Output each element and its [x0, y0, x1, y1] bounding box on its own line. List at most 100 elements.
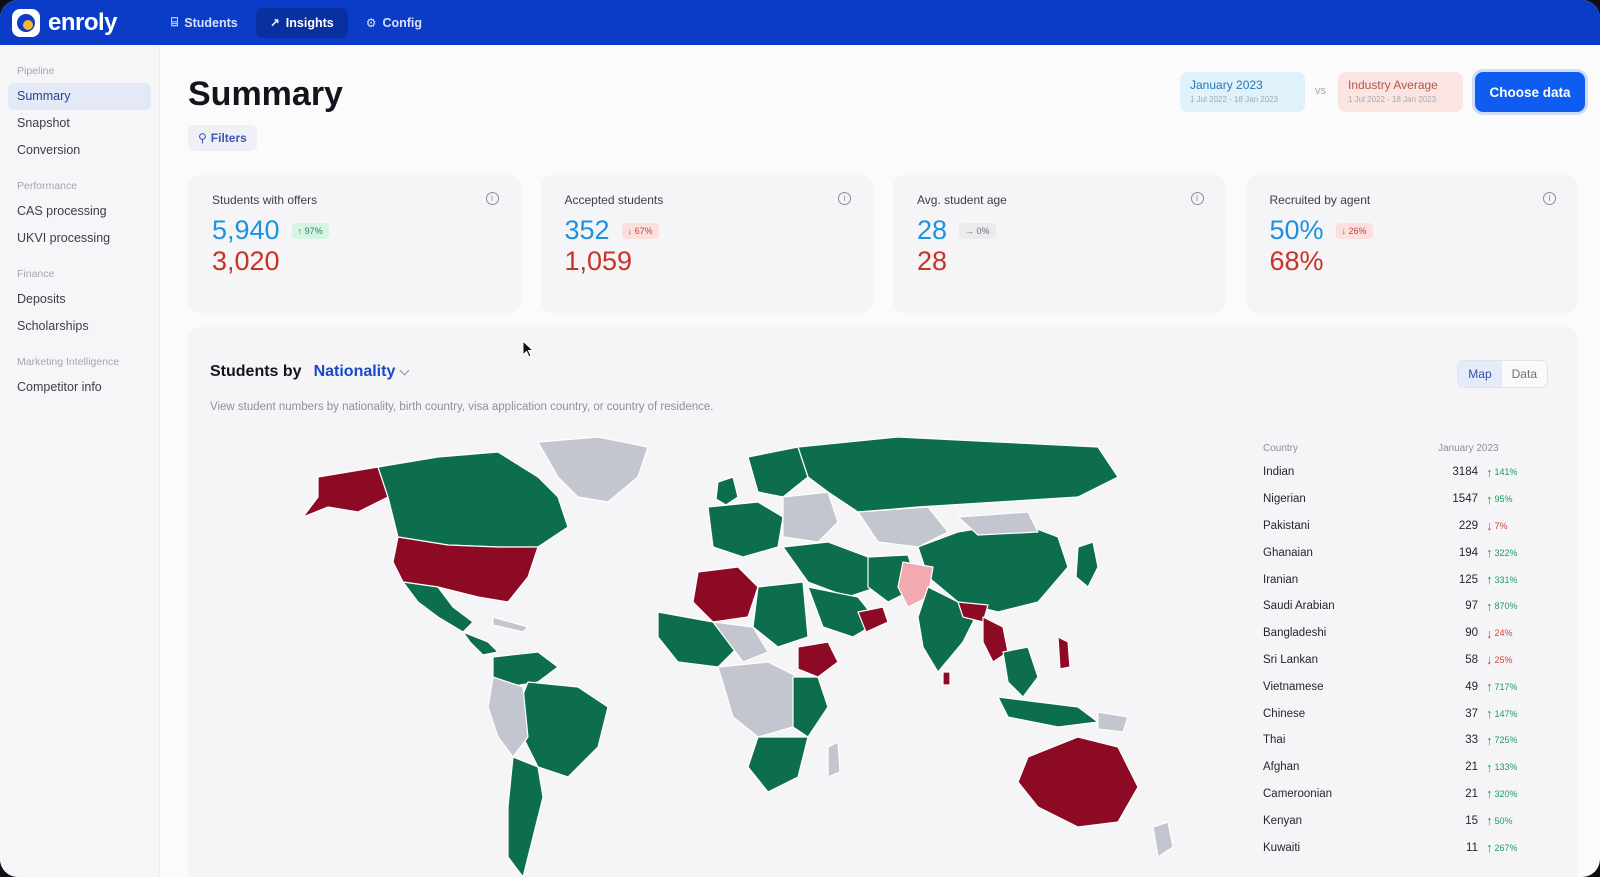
table-row[interactable]: Vietnamese 49 ↑ 717% — [1263, 673, 1533, 700]
chart-icon: ↗ — [269, 15, 280, 30]
country-cell: Saudi Arabian — [1263, 600, 1335, 613]
arrow-up-icon: ↑ — [1486, 491, 1493, 507]
table-row[interactable]: Ghanaian 194 ↑ 322% — [1263, 539, 1533, 566]
country-indonesia[interactable] — [997, 696, 1099, 728]
sidebar-item-snapshot[interactable]: Snapshot — [8, 110, 151, 137]
choose-data-button[interactable]: Choose data — [1475, 72, 1585, 112]
column-header-value: January 2023 — [1438, 442, 1499, 454]
country-east-africa[interactable] — [792, 676, 829, 738]
info-icon[interactable]: i — [1543, 192, 1556, 205]
change-percent: 717% — [1494, 681, 1518, 692]
arrow-down-icon: ↓ — [1486, 652, 1493, 668]
sidebar-item-summary[interactable]: Summary — [8, 83, 151, 110]
sidebar-item-deposits[interactable]: Deposits — [8, 286, 151, 313]
value-cell: 58 — [1465, 653, 1478, 666]
change-cell: ↑ 141% — [1478, 465, 1533, 480]
country-uk-ireland[interactable] — [715, 476, 739, 506]
period-comparison[interactable]: Industry Average 1 Jul 2022 - 18 Jan 202… — [1338, 72, 1463, 112]
country-caribbean[interactable] — [492, 616, 529, 633]
country-japan-korea[interactable] — [1075, 541, 1099, 588]
value-cell: 49 — [1465, 680, 1478, 693]
country-cell: Ghanaian — [1263, 546, 1313, 559]
kpi-card: Recruited by agent i 50% ↓ 26% 68% — [1245, 175, 1578, 313]
arrow-down-icon: ↓ — [1486, 518, 1493, 534]
table-row[interactable]: Thai 33 ↑ 725% — [1263, 727, 1533, 754]
table-row[interactable]: Nigerian 1547 ↑ 95% — [1263, 486, 1533, 513]
nav-tab-config[interactable]: ⚙ Config — [352, 8, 436, 38]
dimension-dropdown[interactable]: Nationality — [314, 363, 410, 381]
nav-tab-students[interactable]: ⌸ Students — [157, 8, 252, 38]
country-southeast-asia[interactable] — [1002, 646, 1039, 698]
filters-button[interactable]: ⚲ Filters — [188, 125, 257, 151]
table-row[interactable]: Pakistani 229 ↓ 7% — [1263, 513, 1533, 540]
table-row[interactable]: Saudi Arabian 97 ↑ 870% — [1263, 593, 1533, 620]
table-row[interactable]: Bangladeshi 90 ↓ 24% — [1263, 620, 1533, 647]
country-ethiopia[interactable] — [797, 641, 839, 678]
country-southern-africa[interactable] — [747, 736, 809, 793]
nationality-table: Country January 2023 Indian 3184 ↑ 141% Nige… — [1263, 437, 1533, 861]
value-cell: 21 — [1465, 787, 1478, 800]
kpi-comparison-value: 28 — [917, 246, 948, 276]
gear-icon: ⚙ — [365, 15, 377, 30]
kpi-card: Accepted students i 352 ↓ 67% 1,059 — [540, 175, 873, 313]
country-australia[interactable] — [1017, 736, 1139, 828]
table-row[interactable]: Kenyan 15 ↑ 50% — [1263, 807, 1533, 834]
kpi-comparison-value: 3,020 — [212, 246, 280, 276]
sidebar-heading: Finance — [17, 268, 55, 280]
country-papua[interactable] — [1097, 711, 1129, 733]
sidebar-item-conversion[interactable]: Conversion — [8, 137, 151, 164]
arrow-up-icon: ↑ — [1486, 545, 1493, 561]
country-cell: Indian — [1263, 466, 1295, 479]
sidebar-item-ukvi-processing[interactable]: UKVI processing — [8, 225, 151, 252]
table-row[interactable]: Afghan 21 ↑ 133% — [1263, 754, 1533, 781]
panel-title: Students by Nationality — [210, 363, 410, 381]
table-row[interactable]: Cameroonian 21 ↑ 320% — [1263, 781, 1533, 808]
arrow-up-icon: ↑ — [1486, 706, 1493, 722]
logo[interactable]: enroly — [12, 8, 118, 37]
sidebar-item-cas-processing[interactable]: CAS processing — [8, 198, 151, 225]
country-eastern-europe[interactable] — [782, 491, 839, 543]
table-row[interactable]: Indian 3184 ↑ 141% — [1263, 459, 1533, 486]
nav-tab-insights[interactable]: ↗ Insights — [255, 7, 348, 38]
value-cell: 21 — [1465, 761, 1478, 774]
country-new-zealand[interactable] — [1152, 821, 1174, 858]
toggle-data[interactable]: Data — [1502, 361, 1547, 387]
country-peru-bolivia[interactable] — [487, 676, 529, 758]
period-primary[interactable]: January 2023 1 Jul 2022 - 18 Jan 2023 — [1180, 72, 1305, 112]
country-philippines[interactable] — [1057, 636, 1071, 670]
sidebar-item-competitor-info[interactable]: Competitor info — [8, 374, 151, 401]
country-scandinavia[interactable] — [747, 446, 809, 498]
country-alaska[interactable] — [302, 466, 389, 518]
toggle-map[interactable]: Map — [1458, 361, 1502, 387]
kpi-primary-value: 50% — [1269, 215, 1324, 245]
world-map[interactable] — [238, 436, 1198, 877]
country-central-africa[interactable] — [717, 661, 799, 738]
enroly-logo-icon — [12, 8, 40, 37]
arrow-up-icon: ↑ — [1486, 759, 1493, 775]
info-icon[interactable]: i — [1190, 192, 1204, 205]
kpi-primary-row: 28 → 0% — [917, 215, 1202, 246]
page-title: Summary — [188, 75, 343, 113]
country-canada[interactable] — [377, 451, 569, 548]
students-icon: ⌸ — [171, 15, 179, 29]
table-row[interactable]: Sri Lankan 58 ↓ 25% — [1263, 647, 1533, 674]
country-north-africa[interactable] — [692, 566, 759, 623]
country-madagascar[interactable] — [827, 741, 841, 778]
arrow-up-icon: ↑ — [1486, 598, 1493, 614]
country-western-europe[interactable] — [707, 501, 784, 558]
country-cell: Bangladeshi — [1263, 627, 1327, 640]
country-greenland[interactable] — [537, 436, 649, 503]
info-icon[interactable]: i — [485, 192, 499, 205]
table-row[interactable]: Iranian 125 ↑ 331% — [1263, 566, 1533, 593]
kpi-primary-value: 352 — [564, 215, 610, 245]
info-icon[interactable]: i — [838, 192, 851, 205]
sidebar-item-scholarships[interactable]: Scholarships — [8, 313, 151, 340]
country-russia[interactable] — [797, 436, 1119, 513]
country-argentina-chile[interactable] — [507, 756, 544, 877]
table-row[interactable]: Chinese 37 ↑ 147% — [1263, 700, 1533, 727]
table-row[interactable]: Kuwaiti 11 ↑ 267% — [1263, 834, 1533, 861]
country-sri-lanka[interactable] — [942, 671, 951, 686]
country-egypt-sudan[interactable] — [752, 581, 809, 648]
country-brazil[interactable] — [517, 681, 609, 778]
country-central-america[interactable] — [462, 631, 499, 656]
